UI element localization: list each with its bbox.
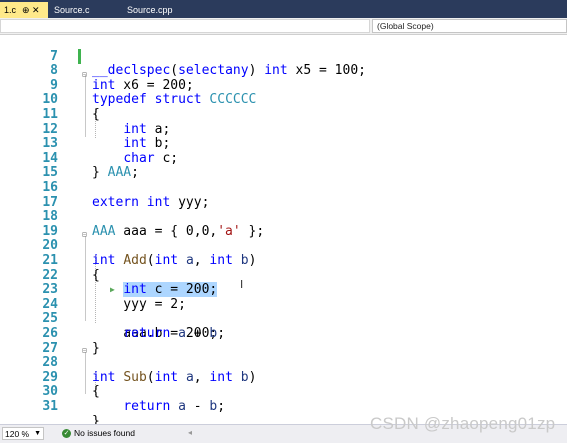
code-line: 8 int x6 = 200;: [0, 50, 567, 93]
code-line: 27: [0, 327, 567, 355]
tab-source-c[interactable]: Source.c: [50, 2, 120, 18]
tab-label: Source.cpp: [127, 5, 173, 15]
code-line: 23 yyy = 2;: [0, 269, 567, 312]
code-editor[interactable]: ⊟ ⊟ ⊟ 7 __declspec(selectany) int x5 = 1…: [0, 35, 567, 428]
code-line: 20 int Add(int a, int b): [0, 225, 567, 268]
code-line: 11 int a;: [0, 93, 567, 136]
code-line: 21 {: [0, 239, 567, 282]
zoom-dropdown[interactable]: 120 % ▼: [2, 427, 44, 440]
tab-label: 1.c: [4, 5, 17, 15]
scroll-left-icon[interactable]: ◂: [188, 428, 192, 437]
project-dropdown[interactable]: [0, 19, 370, 33]
code-line: 31 }: [0, 385, 567, 428]
tab-1-c[interactable]: 1.c ⊕ ✕: [0, 2, 48, 18]
code-line: 22 int c = 200;: [0, 254, 567, 298]
code-line: 7 __declspec(selectany) int x5 = 100;: [0, 35, 567, 78]
code-line: 13 char c;: [0, 123, 567, 166]
zoom-level: 120 %: [5, 429, 30, 439]
code-line: 19: [0, 210, 567, 238]
issues-text: No issues found: [74, 428, 135, 438]
code-line: 9 typedef struct CCCCCC: [0, 64, 567, 107]
code-line: 18 AAA aaa = { 0,0,'a' };: [0, 196, 567, 239]
code-line: 15: [0, 152, 567, 180]
code-line: 30 return a - b;: [0, 371, 567, 414]
code-text: return a - b;: [123, 398, 226, 414]
code-line: 28 int Sub(int a, int b): [0, 342, 567, 385]
watermark: CSDN @zhaopeng01zp: [370, 414, 556, 433]
mouse-ibeam-icon: I: [240, 278, 244, 291]
scope-dropdown[interactable]: (Global Scope): [372, 19, 567, 33]
chevron-down-icon: ▼: [34, 430, 41, 437]
navigation-bar: (Global Scope): [0, 18, 567, 35]
document-tab-bar: 1.c ⊕ ✕ Source.c Source.cpp: [0, 0, 567, 18]
code-line: 26 }: [0, 312, 567, 355]
code-line: 25 return a + b;: [0, 298, 567, 341]
run-to-click-icon[interactable]: ▶: [110, 283, 115, 298]
line-number: 31: [42, 398, 58, 414]
code-line: 14 } AAA;: [0, 137, 567, 180]
check-circle-icon: ✓: [62, 429, 71, 439]
issues-indicator[interactable]: ✓ No issues found: [62, 427, 135, 440]
tab-source-cpp[interactable]: Source.cpp: [123, 2, 205, 18]
tab-label: Source.c: [54, 5, 90, 15]
code-line: 10 {: [0, 79, 567, 122]
code-line: 16 extern int yyy;: [0, 166, 567, 209]
code-line: 29 {: [0, 356, 567, 399]
code-line: 24 ▶ aaa.b = 200;: [0, 283, 567, 340]
tab-pin-close-icon[interactable]: ⊕ ✕: [22, 5, 40, 15]
code-line: 17: [0, 181, 567, 209]
code-line: 12 int b;: [0, 108, 567, 151]
